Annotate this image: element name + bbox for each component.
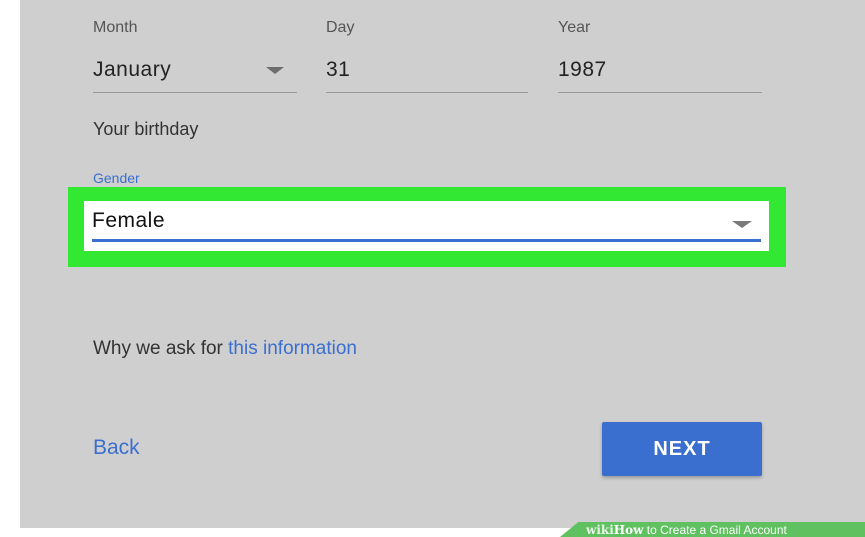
gender-focus-underline [92,239,761,242]
watermark-text: wikiHow to Create a Gmail Account [586,523,787,537]
gender-value: Female [92,209,166,232]
year-underline [558,92,762,93]
month-select[interactable]: January [93,58,171,82]
info-link[interactable]: this information [228,338,357,359]
year-input[interactable]: 1987 [558,58,607,82]
watermark-title: to Create a Gmail Account [643,523,787,537]
month-underline [93,92,297,93]
day-underline [326,92,528,93]
watermark-how: How [613,523,644,537]
day-input[interactable]: 31 [326,58,350,82]
month-chevron-down-icon[interactable] [266,67,284,74]
back-button[interactable]: Back [93,436,140,460]
day-label: Day [326,19,355,36]
gender-label: Gender [93,170,140,186]
next-button[interactable]: NEXT [602,422,762,476]
gender-chevron-down-icon[interactable] [732,221,752,228]
month-label: Month [93,19,138,36]
wikihow-logo: wiki [586,523,614,537]
year-label: Year [558,19,591,36]
info-text: Why we ask for this information [93,338,357,360]
info-prefix: Why we ask for [93,338,229,359]
birthday-caption: Your birthday [93,119,199,139]
gender-select[interactable]: Female [84,201,769,251]
